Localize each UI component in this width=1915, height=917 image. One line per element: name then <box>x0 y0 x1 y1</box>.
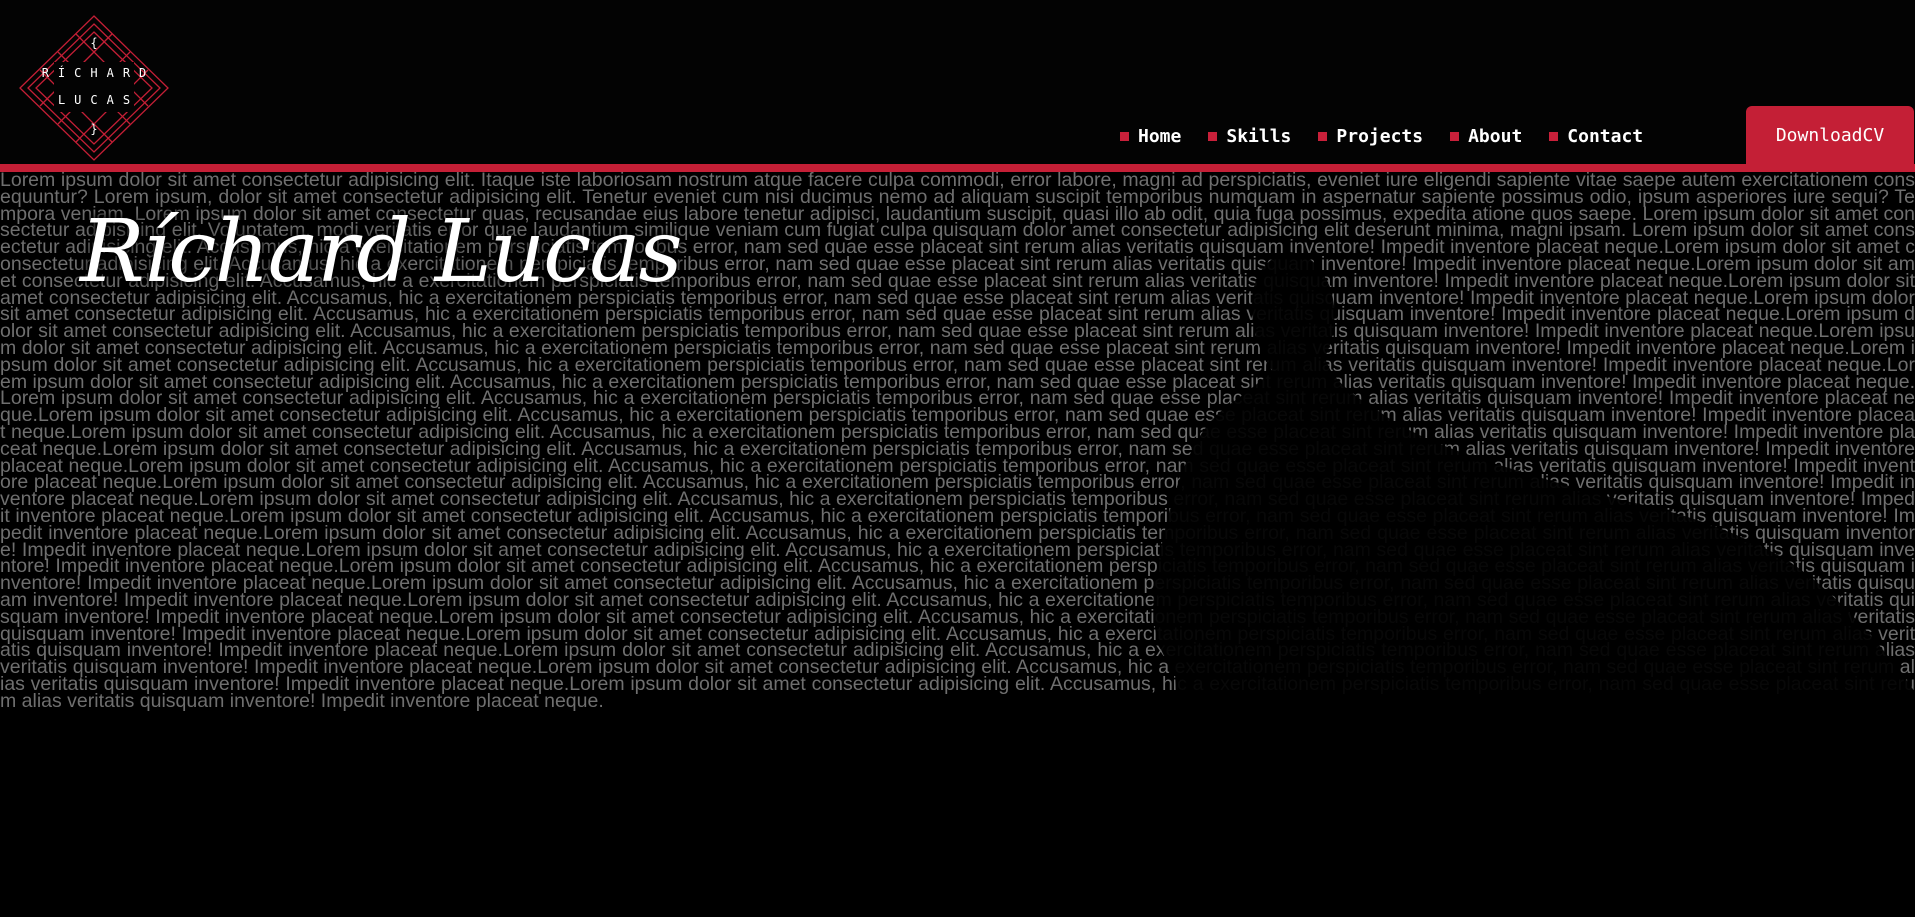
nav-item-projects[interactable]: Projects <box>1318 126 1423 147</box>
logo-brace-open: { <box>90 36 107 50</box>
nav-item-about[interactable]: About <box>1450 126 1522 147</box>
hero-section: Lorem ipsum dolor sit amet consectetur a… <box>0 172 1915 917</box>
download-cv-button[interactable]: DownloadCV <box>1746 106 1914 164</box>
red-square-bullet-icon <box>1208 132 1218 141</box>
nav-item-label: Skills <box>1226 126 1292 147</box>
nav-item-contact[interactable]: Contact <box>1549 126 1643 147</box>
site-logo[interactable]: { RÍCHARD LUCAS } <box>18 14 170 162</box>
nav-item-home[interactable]: Home <box>1120 126 1181 147</box>
nav-item-skills[interactable]: Skills <box>1208 126 1291 147</box>
nav-item-label: Contact <box>1567 126 1644 147</box>
site-header: { RÍCHARD LUCAS } Home Skills Projects A… <box>0 0 1915 164</box>
logo-name-last: LUCAS <box>57 93 140 107</box>
red-square-bullet-icon <box>1549 132 1559 141</box>
nav-item-label: Home <box>1138 126 1182 147</box>
nav-item-label: About <box>1468 126 1523 147</box>
header-divider <box>0 164 1915 172</box>
hero-title: Ríchard Lucas <box>80 202 683 302</box>
red-square-bullet-icon <box>1120 132 1129 141</box>
logo-brace-close: } <box>90 122 107 136</box>
red-square-bullet-icon <box>1450 132 1460 141</box>
nav-item-label: Projects <box>1336 126 1424 147</box>
red-square-bullet-icon <box>1318 132 1328 141</box>
logo-name-first: RÍCHARD <box>41 66 156 80</box>
main-nav: Home Skills Projects About Contact <box>1120 126 1670 147</box>
